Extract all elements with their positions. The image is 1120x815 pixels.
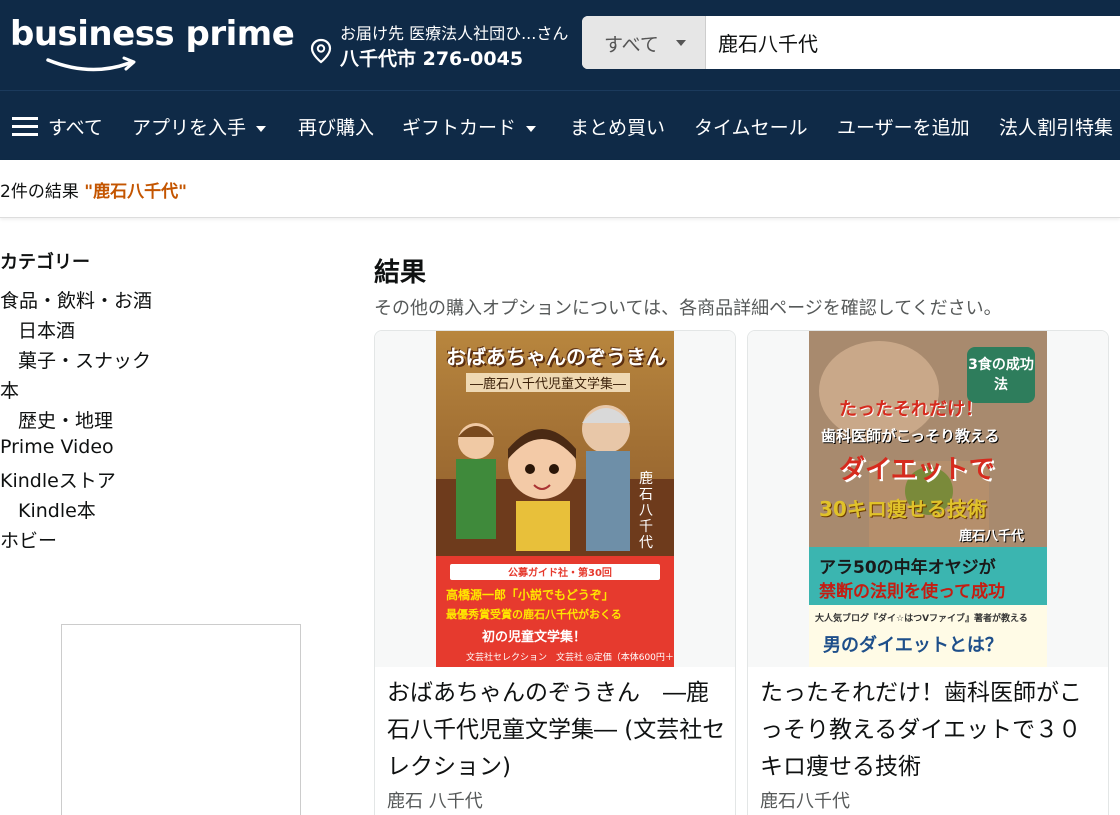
- cover-line-3: 初の児童文学集！: [482, 630, 587, 645]
- cover-blog-line: 大人気ブログ『ダイ☆はつVファイブ』著者が教える: [815, 614, 1028, 624]
- delivery-address[interactable]: お届け先 医療法人社団ひ...さん 八千代市 276-0045: [310, 20, 580, 72]
- cover-bottom-line: 男のダイエットとは？: [823, 635, 1003, 656]
- cover-line-2: 最優秀賞受賞の鹿石八千代がおくる: [446, 608, 622, 621]
- cover-line-1: たったそれだけ！: [839, 399, 983, 420]
- results-count: 2件の結果 "鹿石八千代": [0, 177, 187, 202]
- cover-line-3: ダイエットで: [839, 455, 995, 485]
- cover-author-vertical: 鹿石 八千代: [639, 471, 653, 551]
- search-category-label: すべて: [604, 34, 659, 56]
- sidebar-ad-placeholder: [61, 624, 301, 815]
- nav-bar: すべて アプリを入手 再び購入 ギフトカード まとめ買い タイムセール ユーザー…: [0, 90, 1120, 160]
- product-author[interactable]: 鹿石 八千代: [387, 787, 483, 813]
- chevron-down-icon: [256, 125, 267, 132]
- category-prime-video[interactable]: Prime Video: [0, 436, 114, 458]
- nav-item-all[interactable]: すべて: [48, 113, 103, 140]
- deliver-location: 八千代市 276-0045: [340, 48, 524, 70]
- nav-item-bulk-buy[interactable]: まとめ買い: [570, 113, 665, 140]
- cover-title: おばあちゃんのぞうきん: [446, 345, 666, 369]
- category-heading: カテゴリー: [0, 252, 90, 273]
- product-image-area[interactable]: 3食の成功法 たったそれだけ！ 歯科医師がこっそり教える ダイエットで 30キロ…: [748, 331, 1108, 667]
- logo-text: business prime: [10, 14, 295, 54]
- cover-band-1: アラ50の中年オヤジが: [819, 558, 996, 578]
- cover-line-4: 30キロ痩せる技術: [819, 497, 987, 521]
- chevron-down-icon: [676, 40, 686, 46]
- nav-item-label: ギフトカード: [402, 117, 517, 139]
- results-summary-bar: 2件の結果 "鹿石八千代": [0, 160, 1120, 218]
- cover-author: 鹿石八千代: [959, 529, 1025, 544]
- cover-footer: 文芸社セレクション 文芸社 ◎定価（本体600円＋税）: [466, 653, 674, 663]
- category-history-geography[interactable]: 歴史・地理: [18, 406, 113, 433]
- product-image-area[interactable]: おばあちゃんのぞうきん ―鹿石八千代児童文学集― 鹿石 八千代 公募ガイド社・第…: [375, 331, 735, 667]
- chevron-down-icon: [526, 125, 537, 132]
- product-card: おばあちゃんのぞうきん ―鹿石八千代児童文学集― 鹿石 八千代 公募ガイド社・第…: [374, 330, 736, 815]
- business-prime-logo[interactable]: business prime: [10, 14, 295, 78]
- product-card: 3食の成功法 たったそれだけ！ 歯科医師がこっそり教える ダイエットで 30キロ…: [747, 330, 1109, 815]
- product-title-link[interactable]: おばあちゃんのぞうきん ―鹿石八千代児童文学集― (文芸社セレクション): [387, 675, 727, 786]
- nav-item-label: アプリを入手: [132, 117, 247, 139]
- book-cover-image[interactable]: おばあちゃんのぞうきん ―鹿石八千代児童文学集― 鹿石 八千代 公募ガイド社・第…: [436, 331, 674, 667]
- results-heading: 結果: [374, 258, 427, 288]
- cover-line-1: 高橋源一郎「小説でもどうぞ」: [446, 588, 614, 602]
- smile-arrow-icon: [46, 56, 136, 72]
- results-subheading: その他の購入オプションについては、各商品詳細ページを確認してください。: [374, 298, 1002, 319]
- category-hobby[interactable]: ホビー: [0, 526, 57, 553]
- hamburger-menu-icon[interactable]: [12, 117, 38, 137]
- category-kindle-store[interactable]: Kindleストア: [0, 466, 116, 493]
- header: business prime お届け先 医療法人社団ひ...さん 八千代市 27…: [0, 0, 1120, 90]
- search-input[interactable]: [706, 16, 1120, 69]
- product-title-link[interactable]: たったそれだけ！歯科医師がこっそり教えるダイエットで３０キロ痩せる技術: [760, 675, 1100, 786]
- cover-line-2: 歯科医師がこっそり教える: [821, 427, 1000, 445]
- product-author[interactable]: 鹿石八千代: [760, 787, 850, 813]
- cover-band-2: 禁断の法則を使って成功: [819, 582, 1006, 602]
- search-category-dropdown[interactable]: すべて: [582, 16, 706, 69]
- category-kindle-books[interactable]: Kindle本: [18, 496, 96, 523]
- cover-award: 公募ガイド社・第30回: [508, 568, 612, 579]
- nav-item-time-sale[interactable]: タイムセール: [694, 113, 808, 140]
- nav-item-business-discounts[interactable]: 法人割引特集: [999, 113, 1113, 140]
- nav-item-buy-again[interactable]: 再び購入: [298, 113, 374, 140]
- category-books[interactable]: 本: [0, 376, 19, 403]
- nav-item-get-app[interactable]: アプリを入手: [132, 113, 267, 140]
- category-sake[interactable]: 日本酒: [18, 316, 75, 343]
- results-query: "鹿石八千代": [84, 182, 187, 202]
- category-food-drink[interactable]: 食品・飲料・お酒: [0, 286, 152, 313]
- search-bar: すべて: [582, 16, 1120, 69]
- results-count-text: 2件の結果: [0, 182, 79, 202]
- category-snacks[interactable]: 菓子・スナック: [18, 346, 151, 373]
- nav-item-add-users[interactable]: ユーザーを追加: [837, 113, 970, 140]
- nav-item-gift-cards[interactable]: ギフトカード: [402, 113, 537, 140]
- book-cover-image[interactable]: 3食の成功法 たったそれだけ！ 歯科医師がこっそり教える ダイエットで 30キロ…: [809, 331, 1047, 667]
- deliver-to-label: お届け先 医療法人社団ひ...さん: [340, 24, 569, 43]
- location-pin-icon: [310, 38, 332, 64]
